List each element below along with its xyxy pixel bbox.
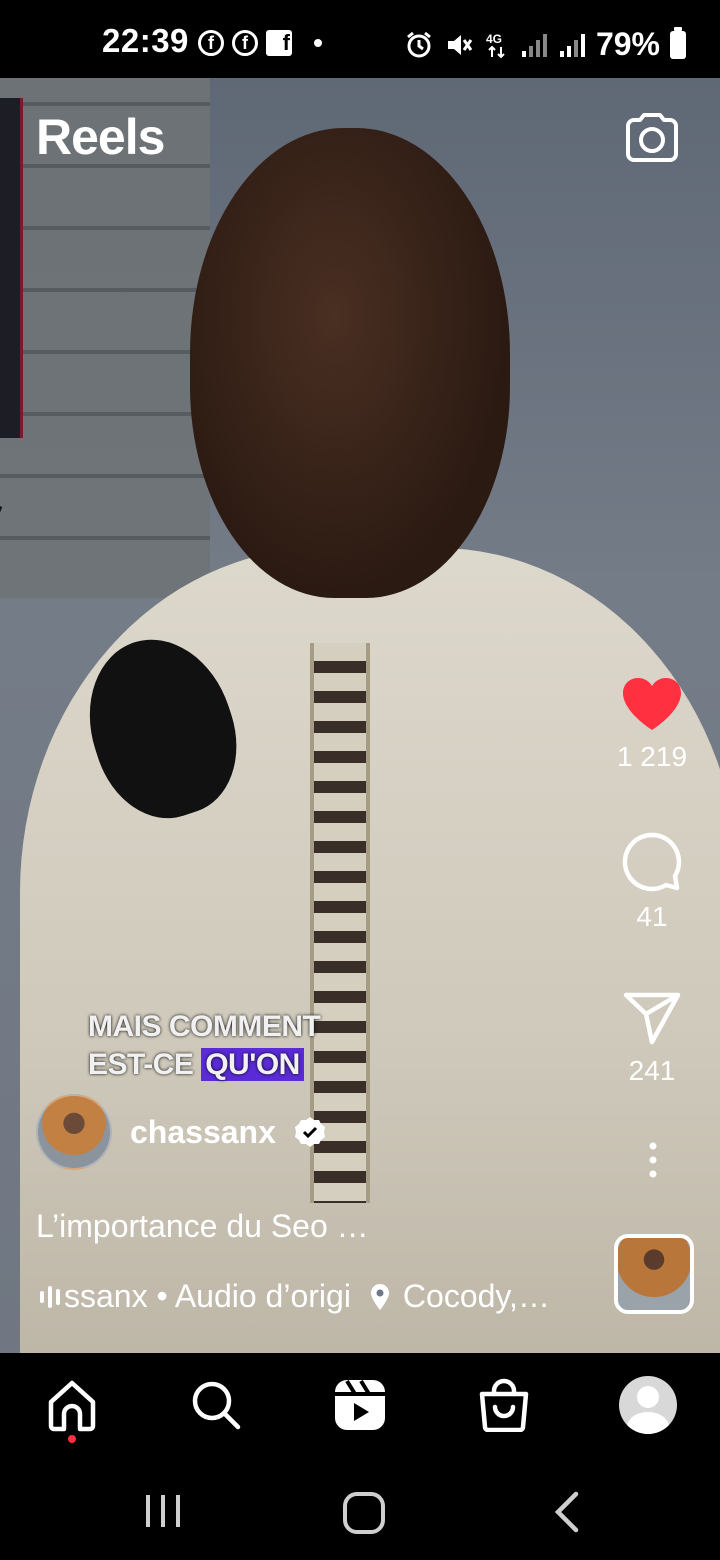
facebook-icon: f — [198, 30, 224, 56]
heart-icon[interactable] — [621, 676, 683, 732]
author-username[interactable]: chassanx — [130, 1114, 276, 1151]
overlay-highlight: QU'ON — [201, 1048, 304, 1081]
person-head — [190, 128, 510, 598]
comment-icon[interactable] — [621, 830, 683, 892]
facebook-icon: f — [232, 30, 258, 56]
audio-thumbnail[interactable] — [614, 1234, 694, 1314]
signal-icon — [559, 33, 585, 57]
recents-button[interactable] — [143, 1491, 183, 1531]
location-pin-icon — [370, 1283, 389, 1310]
profile-avatar[interactable] — [619, 1376, 677, 1434]
nav-home[interactable] — [42, 1375, 102, 1435]
location-text[interactable]: Cocody,… — [403, 1278, 550, 1315]
more-notifications-dot — [314, 39, 322, 47]
shop-icon[interactable] — [478, 1378, 530, 1432]
home-active-dot — [68, 1435, 76, 1443]
facebook-pages-icon: f — [266, 30, 292, 56]
microphone-arm — [0, 498, 3, 1175]
share-count: 241 — [628, 1055, 676, 1086]
signal-icon — [521, 33, 547, 57]
send-icon[interactable] — [622, 990, 682, 1046]
home-button[interactable] — [342, 1491, 386, 1535]
overlay-line-2: EST-CE QU'ON — [88, 1046, 320, 1084]
status-bar: 22:39 f f f 4G 79% — [0, 0, 720, 78]
home-icon[interactable] — [45, 1378, 99, 1432]
system-navigation-bar — [0, 1461, 720, 1560]
back-button[interactable] — [552, 1491, 582, 1533]
search-icon[interactable] — [190, 1379, 242, 1431]
like-button[interactable]: 1 219 — [612, 676, 692, 773]
more-options-icon[interactable] — [638, 1140, 668, 1180]
comment-count: 41 — [636, 901, 668, 932]
audio-text[interactable]: ssanx • Audio d’origi — [64, 1278, 351, 1315]
svg-text:4G: 4G — [486, 32, 502, 46]
battery-percent: 79% — [595, 26, 660, 62]
nav-profile[interactable] — [618, 1375, 678, 1435]
camera-icon[interactable] — [624, 112, 680, 164]
mute-icon — [447, 34, 473, 55]
reels-icon[interactable] — [333, 1378, 387, 1432]
audio-info-row[interactable]: ssanx • Audio d’origi Cocody,… — [40, 1278, 600, 1315]
verified-badge-icon — [294, 1117, 325, 1147]
background-screen — [0, 98, 23, 438]
post-caption[interactable]: L’importance du Seo … — [36, 1208, 369, 1245]
like-count: 1 219 — [616, 741, 688, 772]
share-button[interactable]: 241 — [612, 990, 692, 1087]
nav-shop[interactable] — [474, 1375, 534, 1435]
audio-wave-icon — [40, 1285, 60, 1308]
notification-icons: f f f — [198, 30, 322, 56]
nav-search[interactable] — [186, 1375, 246, 1435]
status-right: 4G 79% — [404, 26, 686, 63]
overlay-word: EST-CE — [88, 1048, 194, 1081]
bottom-navigation — [0, 1353, 720, 1461]
overlay-line-1: MAIS COMMENT — [88, 1010, 321, 1043]
comment-button[interactable]: 41 — [612, 830, 692, 933]
nav-reels[interactable] — [330, 1375, 390, 1435]
page-title: Reels — [36, 109, 165, 165]
author-row[interactable]: chassanx — [36, 1094, 326, 1170]
battery-icon — [670, 26, 686, 59]
4g-icon: 4G — [486, 32, 505, 58]
status-time: 22:39 — [102, 22, 189, 59]
alarm-icon — [407, 31, 431, 57]
video-text-overlay: MAIS COMMENT EST-CE QU'ON — [88, 1008, 321, 1084]
author-avatar[interactable] — [36, 1094, 112, 1170]
